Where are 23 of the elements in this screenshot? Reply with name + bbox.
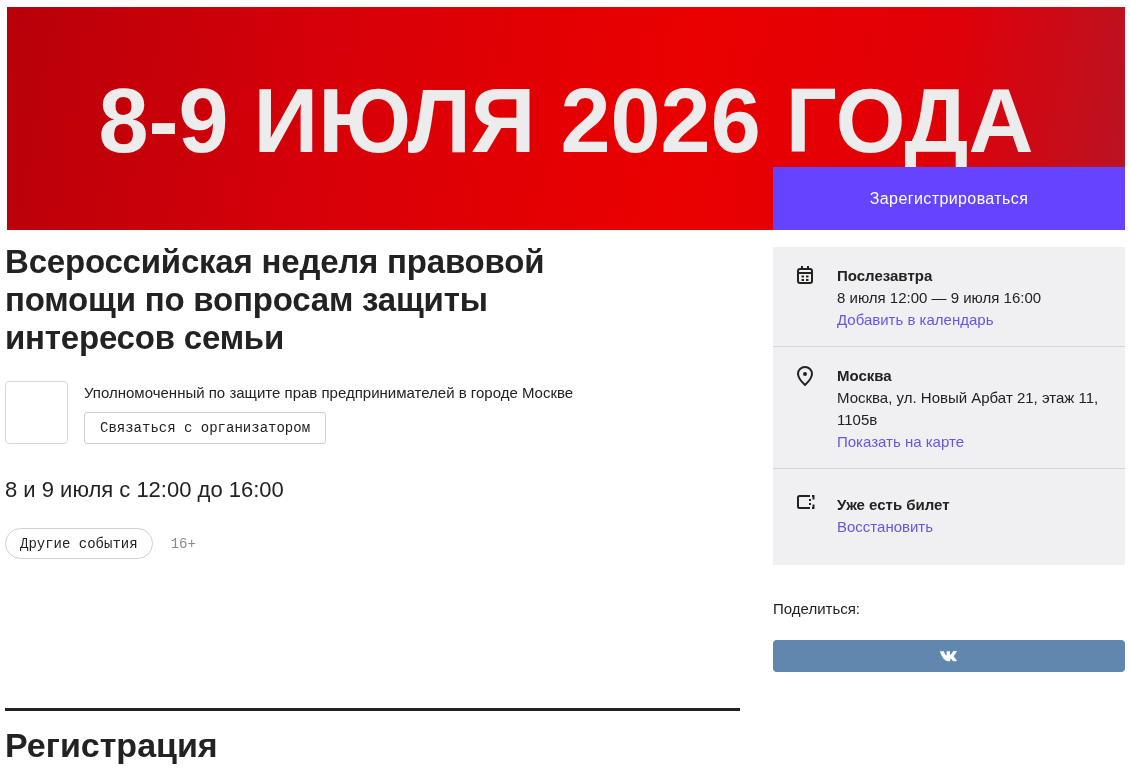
info-text: 8 июля 12:00 — 9 июля 16:00 [837, 288, 1042, 308]
organizer-name: Уполномоченный по защите прав предпринимателей в городе Москве [84, 384, 574, 402]
age-rating: 16+ [170, 535, 196, 552]
other-events-button[interactable]: Другие события [5, 528, 153, 559]
info-link[interactable]: Добавить в календарь [837, 309, 994, 331]
event-schedule: 8 и 9 июля с 12:00 до 16:00 [5, 476, 284, 504]
info-title: Послезавтра [837, 266, 933, 286]
social-logo-icon [940, 650, 958, 662]
contact-organizer-button[interactable]: Связаться с организатором [84, 412, 327, 444]
info-link[interactable]: Показать на карте [837, 431, 965, 453]
event-title: Всероссийская неделя правовой помощи по вопросам защиты интересов семьи [5, 243, 546, 357]
info-title: Уже есть билет [837, 495, 950, 515]
map-pin-icon [797, 366, 813, 386]
section-heading: Регистрация [5, 725, 218, 765]
share-button[interactable] [773, 640, 1125, 672]
calendar-icon [797, 266, 813, 284]
share-label: Поделиться: [773, 599, 860, 619]
ticket-icon [797, 495, 815, 509]
register-button[interactable]: Зарегистрироваться [773, 167, 1125, 230]
info-title: Москва [837, 366, 892, 386]
info-text: Москва, ул. Новый Арбат 21, этаж 11, 1105в [837, 388, 1100, 430]
organizer-logo-placeholder [5, 381, 68, 444]
info-link[interactable]: Восстановить [837, 516, 934, 538]
